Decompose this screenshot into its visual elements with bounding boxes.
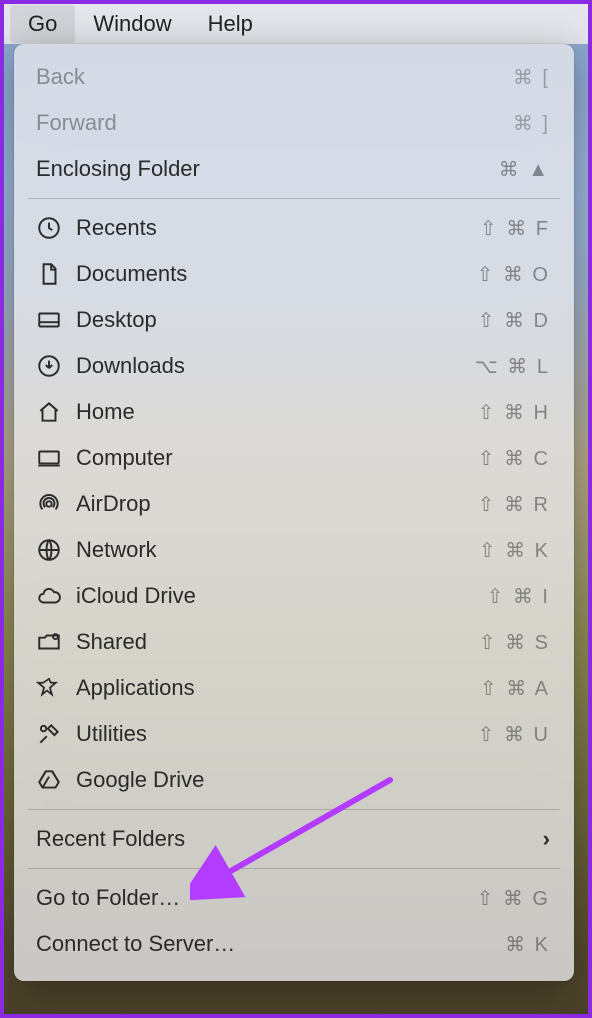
document-icon xyxy=(36,261,76,287)
menu-item-back[interactable]: Back ⌘ [ xyxy=(14,54,574,100)
menu-item-airdrop[interactable]: AirDrop ⇧ ⌘ R xyxy=(14,481,574,527)
menubar-item-label: Window xyxy=(93,11,171,36)
menu-item-shortcut: ⌘ ▲ xyxy=(499,157,550,182)
menu-item-documents[interactable]: Documents ⇧ ⌘ O xyxy=(14,251,574,297)
menu-item-icloud-drive[interactable]: iCloud Drive ⇧ ⌘ I xyxy=(14,573,574,619)
menu-item-label: Google Drive xyxy=(76,767,550,793)
menu-item-go-to-folder[interactable]: Go to Folder… ⇧ ⌘ G xyxy=(14,875,574,921)
menu-item-shared[interactable]: Shared ⇧ ⌘ S xyxy=(14,619,574,665)
menu-item-recents[interactable]: Recents ⇧ ⌘ F xyxy=(14,205,574,251)
google-drive-icon xyxy=(36,767,76,793)
menu-item-label: Network xyxy=(76,537,479,563)
menu-item-label: Back xyxy=(36,64,513,90)
menubar-item-help[interactable]: Help xyxy=(190,5,271,43)
menu-item-label: iCloud Drive xyxy=(76,583,487,609)
menu-item-label: Desktop xyxy=(76,307,478,333)
menu-item-shortcut: ⇧ ⌘ U xyxy=(478,722,550,747)
menu-item-shortcut: ⌥ ⌘ L xyxy=(475,354,550,379)
home-icon xyxy=(36,399,76,425)
menu-item-label: Forward xyxy=(36,110,513,136)
menu-item-label: Connect to Server… xyxy=(36,931,505,957)
menu-item-shortcut: ⇧ ⌘ F xyxy=(480,216,550,241)
menu-item-shortcut: ⇧ ⌘ K xyxy=(479,538,550,563)
menubar: Go Window Help xyxy=(4,4,588,44)
menu-item-computer[interactable]: Computer ⇧ ⌘ C xyxy=(14,435,574,481)
menu-item-shortcut: ⇧ ⌘ O xyxy=(477,262,550,287)
menu-item-shortcut: ⇧ ⌘ G xyxy=(477,886,550,911)
menu-item-enclosing-folder[interactable]: Enclosing Folder ⌘ ▲ xyxy=(14,146,574,192)
menu-item-shortcut: ⇧ ⌘ S xyxy=(479,630,550,655)
menu-item-shortcut: ⇧ ⌘ A xyxy=(480,676,550,701)
chevron-right-icon: › xyxy=(543,826,550,852)
menu-item-shortcut: ⌘ K xyxy=(505,932,550,957)
download-icon xyxy=(36,353,76,379)
utilities-icon xyxy=(36,721,76,747)
menu-item-applications[interactable]: Applications ⇧ ⌘ A xyxy=(14,665,574,711)
menu-separator xyxy=(28,198,560,199)
menu-item-label: Enclosing Folder xyxy=(36,156,499,182)
menu-item-label: Home xyxy=(76,399,478,425)
menu-item-forward[interactable]: Forward ⌘ ] xyxy=(14,100,574,146)
menu-item-shortcut: ⇧ ⌘ H xyxy=(478,400,550,425)
menu-item-desktop[interactable]: Desktop ⇧ ⌘ D xyxy=(14,297,574,343)
clock-icon xyxy=(36,215,76,241)
menu-item-home[interactable]: Home ⇧ ⌘ H xyxy=(14,389,574,435)
airdrop-icon xyxy=(36,491,76,517)
menu-item-label: Computer xyxy=(76,445,478,471)
menu-item-label: Recent Folders xyxy=(36,826,543,852)
menu-separator xyxy=(28,809,560,810)
menubar-item-label: Help xyxy=(208,11,253,36)
menu-item-label: Applications xyxy=(76,675,480,701)
computer-icon xyxy=(36,445,76,471)
menubar-item-go[interactable]: Go xyxy=(10,5,75,43)
menu-item-label: Go to Folder… xyxy=(36,885,477,911)
menu-item-google-drive[interactable]: Google Drive xyxy=(14,757,574,803)
applications-icon xyxy=(36,675,76,701)
menu-item-label: Downloads xyxy=(76,353,475,379)
menu-item-shortcut: ⇧ ⌘ I xyxy=(487,584,550,609)
network-icon xyxy=(36,537,76,563)
menu-item-downloads[interactable]: Downloads ⌥ ⌘ L xyxy=(14,343,574,389)
menubar-item-label: Go xyxy=(28,11,57,36)
menu-item-shortcut: ⇧ ⌘ C xyxy=(478,446,550,471)
menu-item-shortcut: ⇧ ⌘ D xyxy=(478,308,550,333)
menu-item-label: Documents xyxy=(76,261,477,287)
menu-separator xyxy=(28,868,560,869)
menu-item-shortcut: ⇧ ⌘ R xyxy=(478,492,550,517)
menu-item-utilities[interactable]: Utilities ⇧ ⌘ U xyxy=(14,711,574,757)
menu-item-label: Utilities xyxy=(76,721,478,747)
menu-item-shortcut: ⌘ ] xyxy=(513,111,550,136)
cloud-icon xyxy=(36,583,76,609)
shared-icon xyxy=(36,629,76,655)
menu-item-label: Recents xyxy=(76,215,480,241)
menu-item-connect-to-server[interactable]: Connect to Server… ⌘ K xyxy=(14,921,574,967)
menubar-item-window[interactable]: Window xyxy=(75,5,189,43)
menu-item-recent-folders[interactable]: Recent Folders › xyxy=(14,816,574,862)
desktop-icon xyxy=(36,307,76,333)
menu-item-network[interactable]: Network ⇧ ⌘ K xyxy=(14,527,574,573)
menu-item-label: Shared xyxy=(76,629,479,655)
go-menu-dropdown: Back ⌘ [ Forward ⌘ ] Enclosing Folder ⌘ … xyxy=(14,44,574,981)
menu-item-label: AirDrop xyxy=(76,491,478,517)
menu-item-shortcut: ⌘ [ xyxy=(513,65,550,90)
